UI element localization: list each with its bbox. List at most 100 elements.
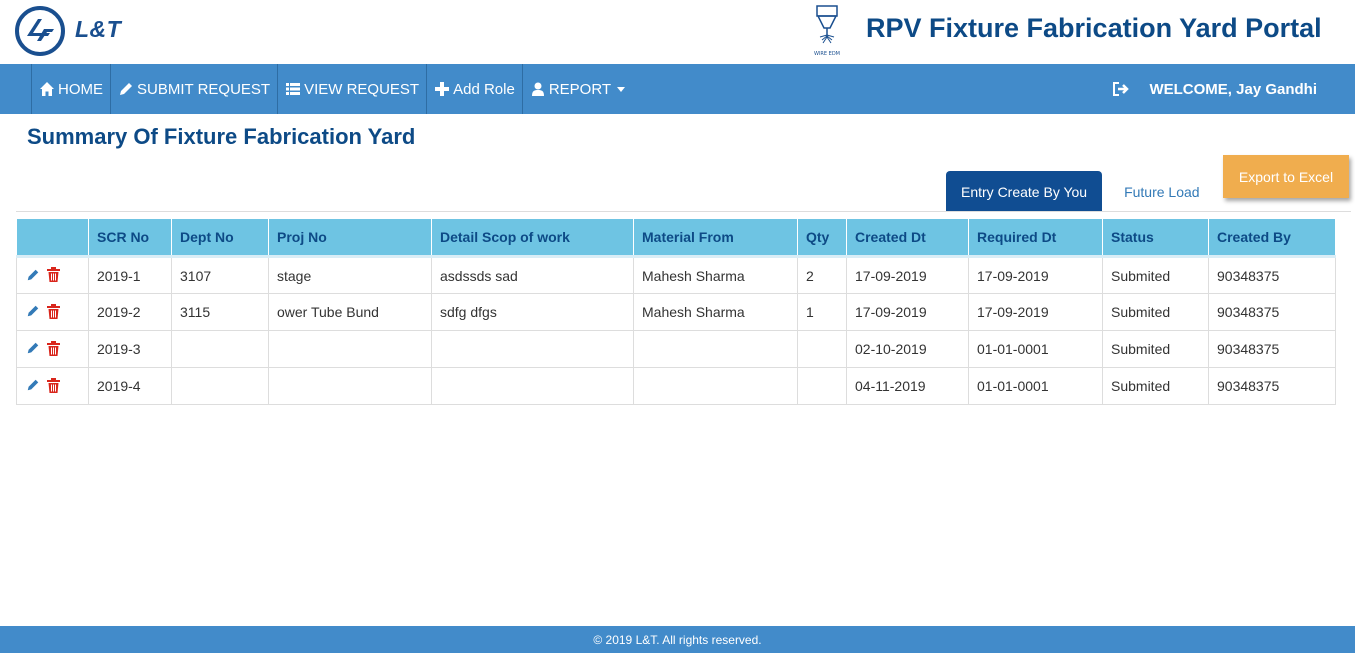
col-status[interactable]: Status xyxy=(1102,218,1209,258)
row-actions xyxy=(16,367,89,405)
nav-view-request[interactable]: VIEW REQUEST xyxy=(277,64,426,114)
col-created-by[interactable]: Created By xyxy=(1208,218,1336,258)
cell-proj-no: stage xyxy=(268,256,432,294)
portal-title: RPV Fixture Fabrication Yard Portal xyxy=(866,13,1322,43)
cell-dept-no: 3115 xyxy=(171,293,269,331)
cell-created-dt: 04-11-2019 xyxy=(846,367,969,405)
col-actions xyxy=(16,218,89,258)
nav-add-role[interactable]: Add Role xyxy=(426,64,522,114)
delete-icon[interactable] xyxy=(45,267,61,283)
cell-qty xyxy=(797,367,847,405)
cell-required-dt: 17-09-2019 xyxy=(968,256,1103,294)
edm-logo-text: WIRE EDM xyxy=(814,51,840,57)
cell-status: Submited xyxy=(1102,330,1209,368)
cell-proj-no xyxy=(268,367,432,405)
cell-created-dt: 17-09-2019 xyxy=(846,293,969,331)
list-icon xyxy=(285,81,301,97)
col-proj-no[interactable]: Proj No xyxy=(268,218,432,258)
cell-created-dt: 02-10-2019 xyxy=(846,330,969,368)
export-to-excel-button[interactable]: Export to Excel xyxy=(1223,155,1349,198)
row-actions xyxy=(16,330,89,368)
cell-status: Submited xyxy=(1102,256,1209,294)
cell-material-from xyxy=(633,330,798,368)
edit-icon[interactable] xyxy=(25,303,41,319)
page: L&T WIRE EDM RPV Fixture Fabrication Yar… xyxy=(0,0,1355,653)
cell-dept-no: 3107 xyxy=(171,256,269,294)
cell-scr-no: 2019-4 xyxy=(88,367,172,405)
col-material-from[interactable]: Material From xyxy=(633,218,798,258)
row-actions xyxy=(16,256,89,294)
table-row: 2019-4 04-11-2019 01-01-0001 Submited 903483… xyxy=(16,367,1336,405)
col-dept-no[interactable]: Dept No xyxy=(171,218,269,258)
nav-view-request-label: VIEW REQUEST xyxy=(304,80,420,98)
edit-icon[interactable] xyxy=(25,377,41,393)
cell-status: Submited xyxy=(1102,293,1209,331)
cell-qty xyxy=(797,330,847,368)
footer: © 2019 L&T. All rights reserved. xyxy=(0,626,1355,653)
col-required-dt[interactable]: Required Dt xyxy=(968,218,1103,258)
row-actions xyxy=(16,293,89,331)
home-icon xyxy=(39,81,55,97)
cell-detail-scope xyxy=(431,367,634,405)
cell-created-by: 90348375 xyxy=(1208,256,1336,294)
nav-home-label: HOME xyxy=(58,80,103,98)
brand-text: L&T xyxy=(75,16,122,42)
col-created-dt[interactable]: Created Dt xyxy=(846,218,969,258)
summary-tabs: Entry Create By You Future Load xyxy=(946,171,1215,212)
cell-material-from xyxy=(633,367,798,405)
pencil-icon xyxy=(118,81,134,97)
cell-created-by: 90348375 xyxy=(1208,330,1336,368)
delete-icon[interactable] xyxy=(45,303,61,319)
cell-detail-scope xyxy=(431,330,634,368)
cell-scr-no: 2019-1 xyxy=(88,256,172,294)
table-row: 2019-3 02-10-2019 01-01-0001 Submited 903483… xyxy=(16,330,1336,368)
cell-created-dt: 17-09-2019 xyxy=(846,256,969,294)
delete-icon[interactable] xyxy=(45,340,61,356)
cell-detail-scope: sdfg dfgs xyxy=(431,293,634,331)
cell-dept-no xyxy=(171,367,269,405)
cell-dept-no xyxy=(171,330,269,368)
welcome-text: WELCOME, Jay Gandhi xyxy=(1149,80,1317,98)
col-detail-scope[interactable]: Detail Scop of work xyxy=(431,218,634,258)
edit-icon[interactable] xyxy=(25,267,41,283)
logout-icon[interactable] xyxy=(1112,80,1130,98)
col-scr-no[interactable]: SCR No xyxy=(88,218,172,258)
delete-icon[interactable] xyxy=(45,377,61,393)
nav-report-label: REPORT xyxy=(548,80,612,98)
user-icon xyxy=(530,81,546,97)
cell-scr-no: 2019-2 xyxy=(88,293,172,331)
cell-detail-scope: asdssds sad xyxy=(431,256,634,294)
tab-divider xyxy=(16,211,1351,212)
nav-home[interactable]: HOME xyxy=(31,64,110,114)
cell-created-by: 90348375 xyxy=(1208,367,1336,405)
table-header-row: SCR No Dept No Proj No Detail Scop of wo… xyxy=(16,218,1336,258)
cell-created-by: 90348375 xyxy=(1208,293,1336,331)
cell-required-dt: 01-01-0001 xyxy=(968,330,1103,368)
cell-required-dt: 01-01-0001 xyxy=(968,367,1103,405)
lt-logo xyxy=(15,6,65,56)
plus-icon xyxy=(434,81,450,97)
cell-status: Submited xyxy=(1102,367,1209,405)
table-row: 2019-2 3115 ower Tube Bund sdfg dfgs Mahesh … xyxy=(16,293,1336,331)
cell-qty: 2 xyxy=(797,256,847,294)
summary-table: SCR No Dept No Proj No Detail Scop of wo… xyxy=(16,218,1336,405)
cell-required-dt: 17-09-2019 xyxy=(968,293,1103,331)
cell-proj-no: ower Tube Bund xyxy=(268,293,432,331)
footer-text: © 2019 L&T. All rights reserved. xyxy=(593,632,762,647)
nav-add-role-label: Add Role xyxy=(453,80,515,98)
col-qty[interactable]: Qty xyxy=(797,218,847,258)
nav-report-dropdown[interactable]: REPORT xyxy=(521,64,632,114)
nav-submit-request[interactable]: SUBMIT REQUEST xyxy=(110,64,277,114)
tab-future-load[interactable]: Future Load xyxy=(1109,171,1215,212)
cell-scr-no: 2019-3 xyxy=(88,330,172,368)
header: L&T WIRE EDM RPV Fixture Fabrication Yar… xyxy=(0,0,1355,64)
wire-edm-logo: WIRE EDM xyxy=(814,5,840,57)
table-row: 2019-1 3107 stage asdssds sad Mahesh Sharma 2… xyxy=(16,256,1336,294)
cell-qty: 1 xyxy=(797,293,847,331)
edit-icon[interactable] xyxy=(25,340,41,356)
cell-proj-no xyxy=(268,330,432,368)
tab-entry-create-by-you[interactable]: Entry Create By You xyxy=(946,171,1103,212)
cell-material-from: Mahesh Sharma xyxy=(633,293,798,331)
nav-submit-request-label: SUBMIT REQUEST xyxy=(137,80,271,98)
navbar: HOME SUBMIT REQUEST VIEW REQUEST Add Rol… xyxy=(0,64,1355,114)
